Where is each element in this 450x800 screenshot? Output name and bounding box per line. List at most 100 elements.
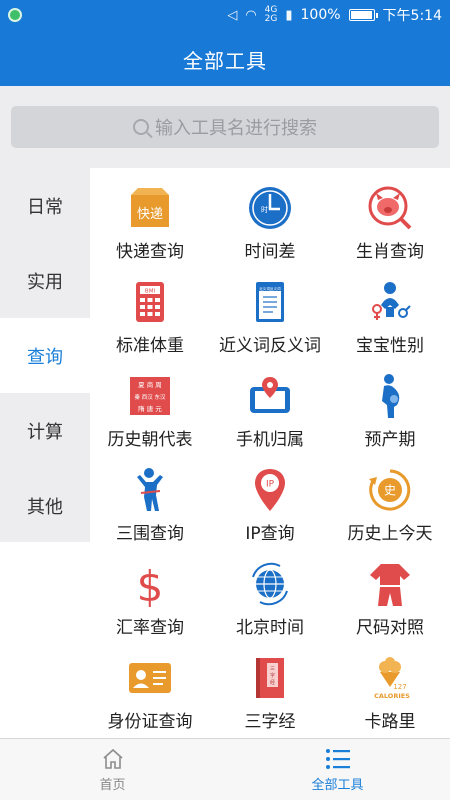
- search-area: 输入工具名进行搜索: [0, 86, 450, 168]
- sidebar-item[interactable]: 实用: [0, 243, 90, 318]
- tool-item[interactable]: 快递 快递查询: [90, 168, 210, 262]
- tool-label: 北京时间: [236, 618, 304, 638]
- tool-label: 三字经: [244, 712, 296, 732]
- tool-label: 手机归属: [236, 430, 304, 450]
- mute-icon: ◁: [227, 7, 238, 23]
- tool-item[interactable]: 史历史上今天: [330, 450, 450, 544]
- svg-text:快递: 快递: [137, 207, 163, 222]
- battery-icon: [348, 9, 378, 21]
- tool-item[interactable]: 宝宝性别: [330, 262, 450, 356]
- sidebar-item-label: 其他: [27, 496, 63, 518]
- svg-text:近义词反义词: 近义词反义词: [259, 286, 281, 291]
- signal-icon: ▮: [285, 7, 293, 23]
- tool-label: 汇率查询: [116, 618, 184, 638]
- calorie-icecream-icon: 127 CALORIES: [366, 654, 414, 701]
- clock-time: 下午5:14: [382, 8, 442, 24]
- sidebar-item[interactable]: 查询: [0, 318, 90, 393]
- svg-text:秦 西汉 东汉: 秦 西汉 东汉: [135, 393, 166, 401]
- tab-all-tools-label: 全部工具: [311, 778, 364, 793]
- tool-label: 身份证查询: [107, 712, 193, 732]
- svg-text:127: 127: [393, 683, 406, 691]
- dynasty-table-icon: 夏 商 周秦 西汉 东汉隋 唐 元: [126, 372, 174, 419]
- svg-text:$: $: [137, 562, 164, 607]
- tool-item[interactable]: 北京时间: [210, 544, 330, 638]
- tool-item[interactable]: 三围查询: [90, 450, 210, 544]
- tool-label: 时间差: [244, 242, 296, 262]
- classic-book-char-1: 三: [270, 666, 275, 672]
- tool-item[interactable]: 三字经 三字经: [210, 638, 330, 732]
- tool-label: 生肖查询: [356, 242, 424, 262]
- tool-label: 历史朝代表: [107, 430, 193, 450]
- tool-label: 标准体重: [116, 336, 184, 356]
- tab-home-label: 首页: [99, 778, 126, 793]
- tool-label: 近义词反义词: [219, 336, 321, 356]
- sidebar-item-label: 查询: [27, 346, 63, 368]
- clothes-size-icon: [366, 560, 414, 607]
- svg-text:史: 史: [384, 483, 396, 497]
- phone-location-icon: [246, 372, 294, 419]
- battery-percent: 100%: [300, 7, 341, 23]
- tool-label: 三围查询: [116, 524, 184, 544]
- tool-item[interactable]: 生肖查询: [330, 168, 450, 262]
- system-indicators: ◁ ◠ 4G 2G ▮ 100% 下午5:14: [227, 5, 442, 25]
- bottom-tab-bar: 首页 全部工具: [0, 738, 450, 800]
- express-box-icon: 快递: [126, 184, 174, 231]
- sidebar-item[interactable]: 日常: [0, 168, 90, 243]
- tool-item[interactable]: 尺码对照: [330, 544, 450, 638]
- svg-text:时: 时: [261, 205, 268, 214]
- page-title: 全部工具: [0, 32, 450, 86]
- bmi-calculator-icon: BMI: [126, 278, 174, 325]
- tool-item[interactable]: 手机归属: [210, 356, 330, 450]
- home-icon: [101, 746, 125, 772]
- tool-item[interactable]: 夏 商 周秦 西汉 东汉隋 唐 元历史朝代表: [90, 356, 210, 450]
- sidebar-item-label: 实用: [27, 271, 63, 293]
- wifi-icon: ◠: [245, 7, 257, 23]
- tool-item[interactable]: BMI 标准体重: [90, 262, 210, 356]
- tool-item[interactable]: 时时间差: [210, 168, 330, 262]
- id-card-icon: [126, 654, 174, 701]
- tool-item[interactable]: $ 汇率查询: [90, 544, 210, 639]
- tools-grid: 快递 快递查询时时间差 生肖查询 BMI 标准体重 近义词反义词 近义词反义词 宝宝性别夏 商…: [90, 168, 450, 738]
- sidebar-item[interactable]: 计算: [0, 393, 90, 468]
- app-notification-icon: [8, 8, 22, 22]
- body-measure-icon: [126, 466, 174, 513]
- globe-sync-icon: [246, 560, 294, 607]
- search-icon: [133, 119, 149, 135]
- svg-text:夏 商 周: 夏 商 周: [138, 380, 162, 389]
- tool-item[interactable]: 身份证查询: [90, 638, 210, 732]
- history-today-icon: 史: [366, 466, 414, 513]
- classic-book-icon: 三字经: [246, 654, 294, 701]
- tab-home[interactable]: 首页: [0, 739, 225, 800]
- tool-label: 预产期: [364, 430, 416, 450]
- sidebar-item[interactable]: 其他: [0, 468, 90, 543]
- sidebar-item-label: 计算: [27, 421, 63, 443]
- tool-item[interactable]: 127 CALORIES 卡路里: [330, 638, 450, 732]
- tool-label: 卡路里: [364, 712, 416, 732]
- zodiac-pig-icon: [366, 184, 414, 231]
- tool-label: 宝宝性别: [356, 336, 424, 356]
- pregnant-icon: [366, 372, 414, 419]
- status-bar: ◁ ◠ 4G 2G ▮ 100% 下午5:14: [0, 0, 450, 32]
- ip-pin-icon: IP: [246, 466, 294, 513]
- category-sidebar: 日常实用查询计算其他: [0, 168, 90, 542]
- sidebar-empty-area: [0, 542, 90, 738]
- svg-text:隋 唐 元: 隋 唐 元: [138, 404, 162, 413]
- tool-item[interactable]: 预产期: [330, 356, 450, 450]
- tool-label: IP查询: [245, 524, 295, 544]
- dictionary-book-icon: 近义词反义词: [246, 278, 294, 325]
- tool-label: 尺码对照: [356, 618, 424, 638]
- svg-text:BMI: BMI: [145, 288, 156, 294]
- tool-item[interactable]: IP IP查询: [210, 450, 330, 544]
- dollar-icon: $: [126, 560, 174, 607]
- clock-icon: 时: [246, 184, 294, 231]
- baby-gender-icon: [366, 278, 414, 325]
- svg-text:IP: IP: [266, 479, 275, 489]
- sidebar-item-label: 日常: [27, 196, 63, 218]
- tab-all-tools[interactable]: 全部工具: [225, 739, 450, 800]
- tool-label: 快递查询: [116, 242, 184, 262]
- tool-label: 历史上今天: [347, 524, 433, 544]
- search-input[interactable]: 输入工具名进行搜索: [11, 106, 439, 148]
- svg-text:CALORIES: CALORIES: [374, 692, 410, 700]
- tool-item[interactable]: 近义词反义词 近义词反义词: [210, 262, 330, 356]
- network-type: 4G 2G: [264, 5, 278, 24]
